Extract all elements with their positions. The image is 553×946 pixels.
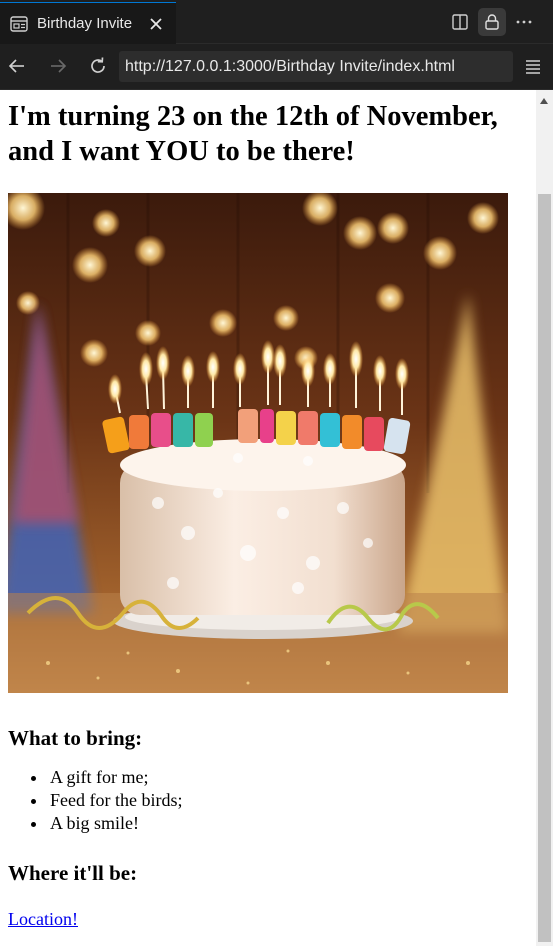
scroll-thumb[interactable] [538, 194, 551, 942]
where-heading: Where it'll be: [8, 861, 138, 885]
tab-title: Birthday Invite [37, 15, 133, 32]
hamburger-menu-icon [526, 60, 540, 74]
menu-button[interactable] [521, 54, 545, 78]
forward-arrow-icon [51, 59, 67, 73]
page-heading: I'm turning 23 on the 12th of November, … [8, 101, 498, 167]
back-button[interactable] [5, 54, 29, 78]
lock-icon [485, 14, 499, 30]
close-icon[interactable] [148, 16, 164, 32]
address-bar[interactable]: http://127.0.0.1:3000/Birthday Invite/in… [119, 51, 513, 82]
navigation-bar: http://127.0.0.1:3000/Birthday Invite/in… [0, 44, 553, 90]
more-actions-button[interactable] [510, 8, 538, 36]
location-link[interactable]: Location! [8, 909, 78, 930]
split-editor-icon [452, 14, 468, 30]
reload-button[interactable] [86, 54, 110, 78]
tab-bar: Birthday Invite [0, 0, 553, 44]
reload-icon [91, 57, 105, 73]
forward-button[interactable] [46, 54, 70, 78]
scroll-up-arrow-icon[interactable] [540, 98, 548, 104]
list-item: A big smile! [48, 812, 528, 835]
split-editor-button[interactable] [446, 8, 474, 36]
page-scrollbar[interactable] [536, 90, 553, 946]
tab-birthday-invite[interactable]: Birthday Invite [0, 2, 176, 44]
back-arrow-icon [8, 59, 24, 73]
bring-heading: What to bring: [8, 726, 143, 750]
list-item: A gift for me; [48, 766, 528, 789]
lock-button[interactable] [478, 8, 506, 36]
bring-list: A gift for me; Feed for the birds; A big… [8, 766, 528, 835]
more-icon [516, 20, 532, 24]
page-viewport: I'm turning 23 on the 12th of November, … [0, 90, 536, 946]
browser-page-icon [10, 16, 28, 32]
birthday-cake-image [8, 193, 508, 693]
page-content: I'm turning 23 on the 12th of November, … [0, 99, 536, 930]
list-item: Feed for the birds; [48, 789, 528, 812]
